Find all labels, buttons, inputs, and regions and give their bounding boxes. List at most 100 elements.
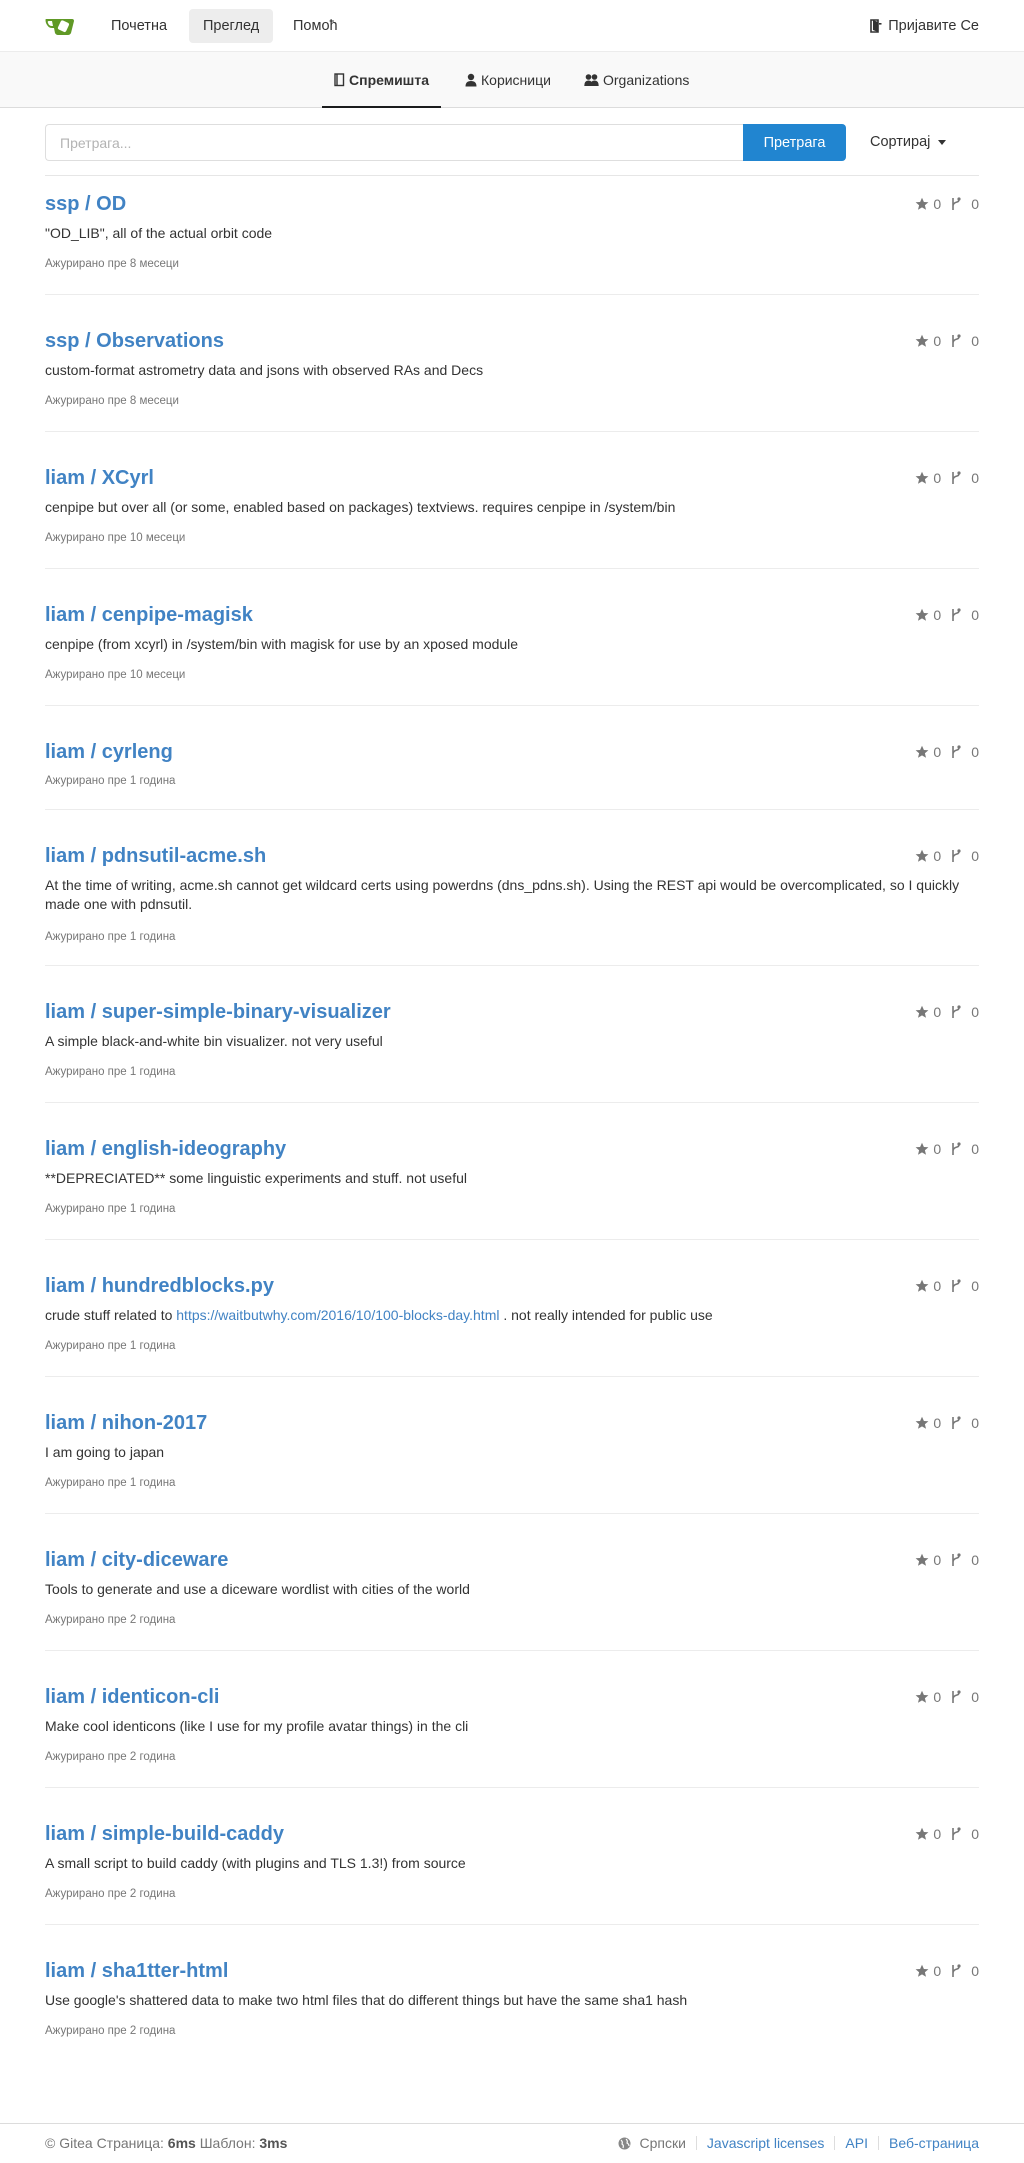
fork-icon: [951, 1279, 961, 1293]
repo-updated-time: Ажурирано пре 2 година: [45, 1888, 176, 1900]
list-divider: [45, 175, 979, 176]
repo-stats: 00: [915, 1414, 979, 1432]
repo-item: liam / hundredblocks.py 0 0 crude stuff rel…: [45, 1273, 979, 1410]
footer-template-time: 3ms: [259, 2135, 288, 2151]
tab-users-label: Корисници: [481, 72, 551, 88]
fork-icon: [951, 1964, 961, 1978]
repo-title-link[interactable]: liam / XCyrl: [45, 465, 154, 491]
repo-description: crude stuff related to https://waitbutwh…: [45, 1307, 713, 1323]
fork-icon: [951, 608, 961, 622]
repo-item: liam / nihon-2017 0 0 I am going to japan Аж…: [45, 1410, 979, 1547]
repo-item: liam / city-diceware 0 0 Tools to generate …: [45, 1547, 979, 1684]
fork-count: 0: [971, 1552, 979, 1568]
fork-icon: [951, 197, 961, 211]
star-count: 0: [933, 1004, 942, 1020]
repo-divider: [45, 705, 979, 706]
repo-updated-time: Ажурирано пре 1 година: [45, 1477, 176, 1489]
search-input[interactable]: [45, 124, 744, 161]
repo-title-link[interactable]: liam / nihon-2017: [45, 1410, 207, 1436]
website-link[interactable]: Веб-страница: [889, 2135, 979, 2151]
repo-item: ssp / OD 0 0 "OD_LIB", all of the actual or…: [45, 191, 979, 328]
chevron-down-icon: [938, 140, 947, 145]
footer-powered: © Gitea: [45, 2135, 93, 2151]
api-link[interactable]: API: [845, 2135, 868, 2151]
repo-title-link[interactable]: liam / pdnsutil-acme.sh: [45, 843, 266, 869]
star-count: 0: [933, 848, 942, 864]
repo-stats: 00: [915, 1277, 979, 1295]
tab-users[interactable]: Корисници: [453, 72, 563, 108]
fork-count: 0: [971, 1689, 979, 1705]
footer-page-label: Страница:: [96, 2135, 164, 2151]
repo-divider: [45, 1787, 979, 1788]
js-licenses-link[interactable]: Javascript licenses: [707, 2135, 825, 2151]
signin-link[interactable]: Пријавите Се: [870, 9, 979, 43]
star-icon: [915, 1553, 929, 1567]
repo-updated-time: Ажурирано пре 2 година: [45, 1614, 176, 1626]
repo-title-link[interactable]: liam / sha1tter-html: [45, 1958, 228, 1984]
repo-updated-time: Ажурирано пре 8 месеци: [45, 395, 179, 407]
nav-help[interactable]: Помоћ: [279, 9, 352, 43]
search-button[interactable]: Претрага: [743, 124, 846, 161]
repo-divider: [45, 809, 979, 810]
fork-count: 0: [971, 1004, 979, 1020]
nav-explore[interactable]: Преглед: [189, 9, 274, 43]
fork-count: 0: [971, 333, 979, 349]
repo-item: liam / pdnsutil-acme.sh 0 0 At the time of …: [45, 843, 979, 999]
fork-count: 0: [971, 1415, 979, 1431]
fork-count: 0: [971, 607, 979, 623]
repo-title-link[interactable]: liam / simple-build-caddy: [45, 1821, 284, 1847]
repo-item: liam / cenpipe-magisk 0 0 cenpipe (from xcy…: [45, 602, 979, 739]
star-icon: [915, 1005, 929, 1019]
repo-title-link[interactable]: ssp / OD: [45, 191, 126, 217]
sort-dropdown[interactable]: Сортирај: [870, 124, 947, 161]
gitea-logo-icon[interactable]: [45, 15, 75, 36]
star-count: 0: [933, 607, 942, 623]
repo-title-link[interactable]: liam / english-ideography: [45, 1136, 286, 1162]
repo-updated-time: Ажурирано пре 1 година: [45, 1066, 176, 1078]
repo-title-link[interactable]: liam / hundredblocks.py: [45, 1273, 274, 1299]
repo-stats: 00: [915, 1551, 979, 1569]
fork-icon: [951, 1690, 961, 1704]
fork-count: 0: [971, 744, 979, 760]
repo-title-link[interactable]: liam / super-simple-binary-visualizer: [45, 999, 391, 1025]
tab-repositories[interactable]: Спремишта: [322, 72, 441, 108]
repo-title-link[interactable]: liam / city-diceware: [45, 1547, 228, 1573]
repo-title-link[interactable]: liam / identicon-cli: [45, 1684, 219, 1710]
repo-item: liam / simple-build-caddy 0 0 A small scrip…: [45, 1821, 979, 1958]
repo-description: I am going to japan: [45, 1444, 165, 1460]
repo-description: Tools to generate and use a diceware wor…: [45, 1581, 470, 1597]
repo-updated-time: Ажурирано пре 1 година: [45, 931, 176, 943]
repo-updated-time: Ажурирано пре 1 година: [45, 1203, 176, 1215]
fork-count: 0: [971, 1826, 979, 1842]
repo-updated-time: Ажурирано пре 10 месеци: [45, 532, 186, 544]
fork-icon: [951, 1005, 961, 1019]
repo-updated-time: Ажурирано пре 2 година: [45, 2025, 176, 2037]
star-icon: [915, 849, 929, 863]
book-icon: [334, 73, 345, 87]
description-link[interactable]: https://waitbutwhy.com/2016/10/100-block…: [176, 1307, 499, 1323]
nav-home[interactable]: Почетна: [97, 9, 181, 43]
language-selector[interactable]: Српски: [639, 2135, 685, 2151]
signin-icon: [870, 19, 882, 33]
repo-description: A small script to build caddy (with plug…: [45, 1855, 466, 1871]
repo-divider: [45, 965, 979, 966]
repo-title-link[interactable]: liam / cenpipe-magisk: [45, 602, 253, 628]
repo-title-link[interactable]: liam / cyrleng: [45, 739, 173, 765]
star-count: 0: [933, 744, 942, 760]
tab-organizations[interactable]: Organizations: [572, 72, 701, 108]
repo-divider: [45, 1513, 979, 1514]
repo-stats: 00: [915, 606, 979, 624]
repo-divider: [45, 431, 979, 432]
repo-description: "OD_LIB", all of the actual orbit code: [45, 225, 273, 241]
repo-stats: 00: [915, 1688, 979, 1706]
footer-links: Српски Javascript licenses API Веб-стран…: [618, 2135, 979, 2151]
repo-title-link[interactable]: ssp / Observations: [45, 328, 224, 354]
fork-icon: [951, 745, 961, 759]
star-icon: [915, 608, 929, 622]
fork-icon: [951, 471, 961, 485]
star-icon: [915, 1964, 929, 1978]
repo-description: **DEPRECIATED** some linguistic experime…: [45, 1170, 468, 1186]
repo-divider: [45, 1102, 979, 1103]
repo-item: liam / sha1tter-html 0 0 Use google's shatt…: [45, 1958, 979, 2095]
repo-description: Make cool identicons (like I use for my …: [45, 1718, 469, 1734]
